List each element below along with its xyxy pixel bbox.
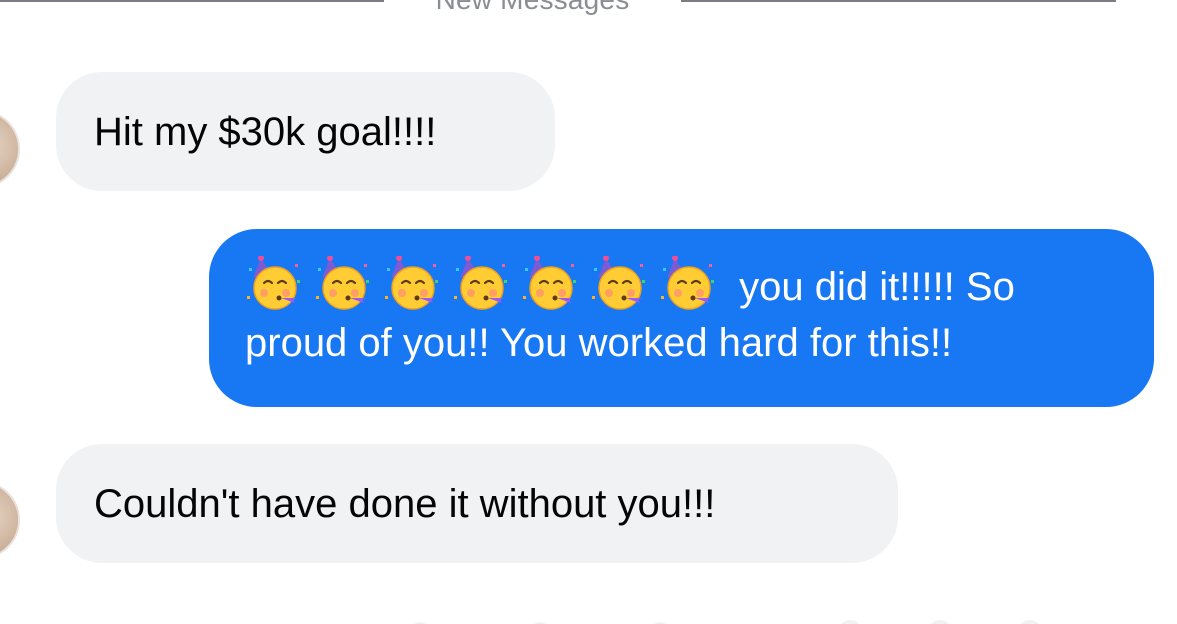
avatar[interactable]	[0, 481, 20, 559]
incoming-message-bubble[interactable]: Hit my $30k goal!!!!	[56, 72, 555, 191]
message-text: Couldn't have done it without you!!!	[94, 481, 716, 526]
outgoing-message-bubble[interactable]: you did it!!!!! So proud of you!! You wo…	[209, 229, 1154, 407]
partying-face-emoji-icon	[521, 256, 579, 310]
cropped-reaction-row	[414, 620, 1039, 624]
divider-line-right	[681, 0, 1116, 2]
message-text: Hit my $30k goal!!!!	[94, 109, 437, 154]
partying-face-emoji-icon	[314, 256, 372, 310]
partying-face-emoji-icon	[383, 256, 441, 310]
avatar[interactable]	[0, 110, 20, 188]
incoming-message-bubble[interactable]: Couldn't have done it without you!!!	[56, 444, 898, 563]
partying-face-emoji-icon	[659, 256, 717, 310]
partying-face-emoji-icon	[452, 256, 510, 310]
divider-line-left	[0, 0, 384, 2]
messenger-chat-view: New Messages Hit my $30k goal!!!!	[0, 0, 1177, 624]
new-messages-divider-label: New Messages	[384, 0, 681, 20]
emoji-group	[245, 256, 739, 310]
partying-face-emoji-icon	[590, 256, 648, 310]
partying-face-emoji-icon	[245, 256, 303, 310]
